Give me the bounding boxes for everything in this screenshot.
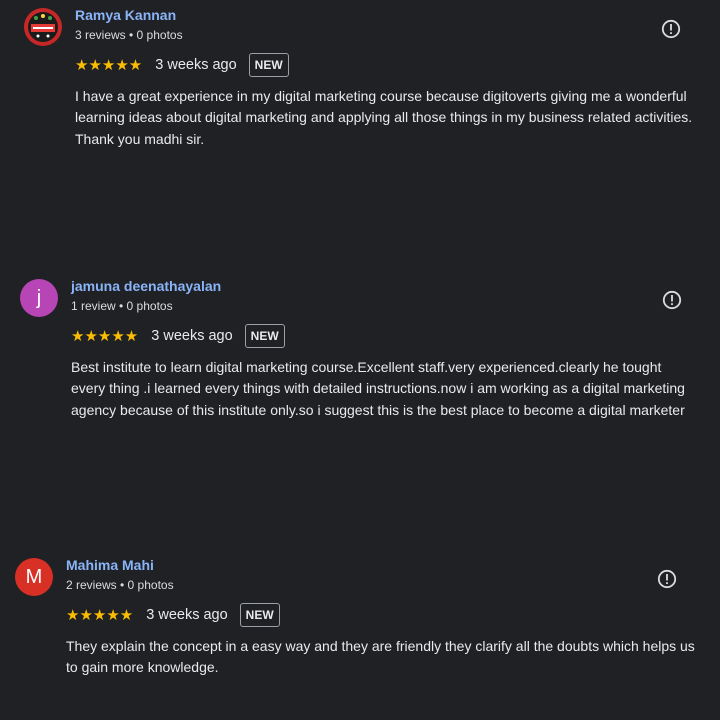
review-time: 3 weeks ago xyxy=(151,328,233,344)
rating-row: ★★★★★ 3 weeks ago NEW xyxy=(75,52,289,78)
star-rating: ★★★★★ xyxy=(75,57,143,74)
avatar-letter: j xyxy=(36,286,42,309)
review-text: I have a great experience in my digital … xyxy=(75,86,715,150)
avatar[interactable]: M xyxy=(15,558,53,596)
exclamation-circle-icon[interactable] xyxy=(661,19,681,39)
rating-row: ★★★★★ 3 weeks ago NEW xyxy=(71,323,285,349)
star-rating: ★★★★★ xyxy=(71,328,139,345)
new-badge: NEW xyxy=(239,603,280,627)
review-text-line: Best institute to learn digital marketin… xyxy=(71,359,685,418)
rating-row: ★★★★★ 3 weeks ago NEW xyxy=(66,602,280,628)
review-text-line: Thank you madhi sir. xyxy=(75,130,205,147)
avatar-letter: M xyxy=(25,565,43,588)
review-time: 3 weeks ago xyxy=(146,607,228,623)
author-meta: 3 reviews • 0 photos xyxy=(75,28,183,42)
logo-avatar-icon xyxy=(24,8,62,46)
review-text: Best institute to learn digital marketin… xyxy=(71,357,696,421)
author-name[interactable]: Mahima Mahi xyxy=(66,557,154,573)
review-text-line: I have a great experience in my digital … xyxy=(75,88,693,126)
new-badge: NEW xyxy=(248,53,289,77)
author-meta: 1 review • 0 photos xyxy=(71,299,173,313)
review-text-line: They explain the concept in a easy way a… xyxy=(66,638,695,676)
avatar[interactable] xyxy=(24,8,62,46)
author-name[interactable]: Ramya Kannan xyxy=(75,7,176,23)
exclamation-circle-icon[interactable] xyxy=(662,290,682,310)
exclamation-circle-icon[interactable] xyxy=(657,569,677,589)
review-text: They explain the concept in a easy way a… xyxy=(66,636,706,679)
avatar[interactable]: j xyxy=(20,279,58,317)
new-badge: NEW xyxy=(244,324,285,348)
review-time: 3 weeks ago xyxy=(155,57,237,73)
star-rating: ★★★★★ xyxy=(66,607,134,624)
author-name[interactable]: jamuna deenathayalan xyxy=(71,278,221,294)
author-meta: 2 reviews • 0 photos xyxy=(66,578,174,592)
